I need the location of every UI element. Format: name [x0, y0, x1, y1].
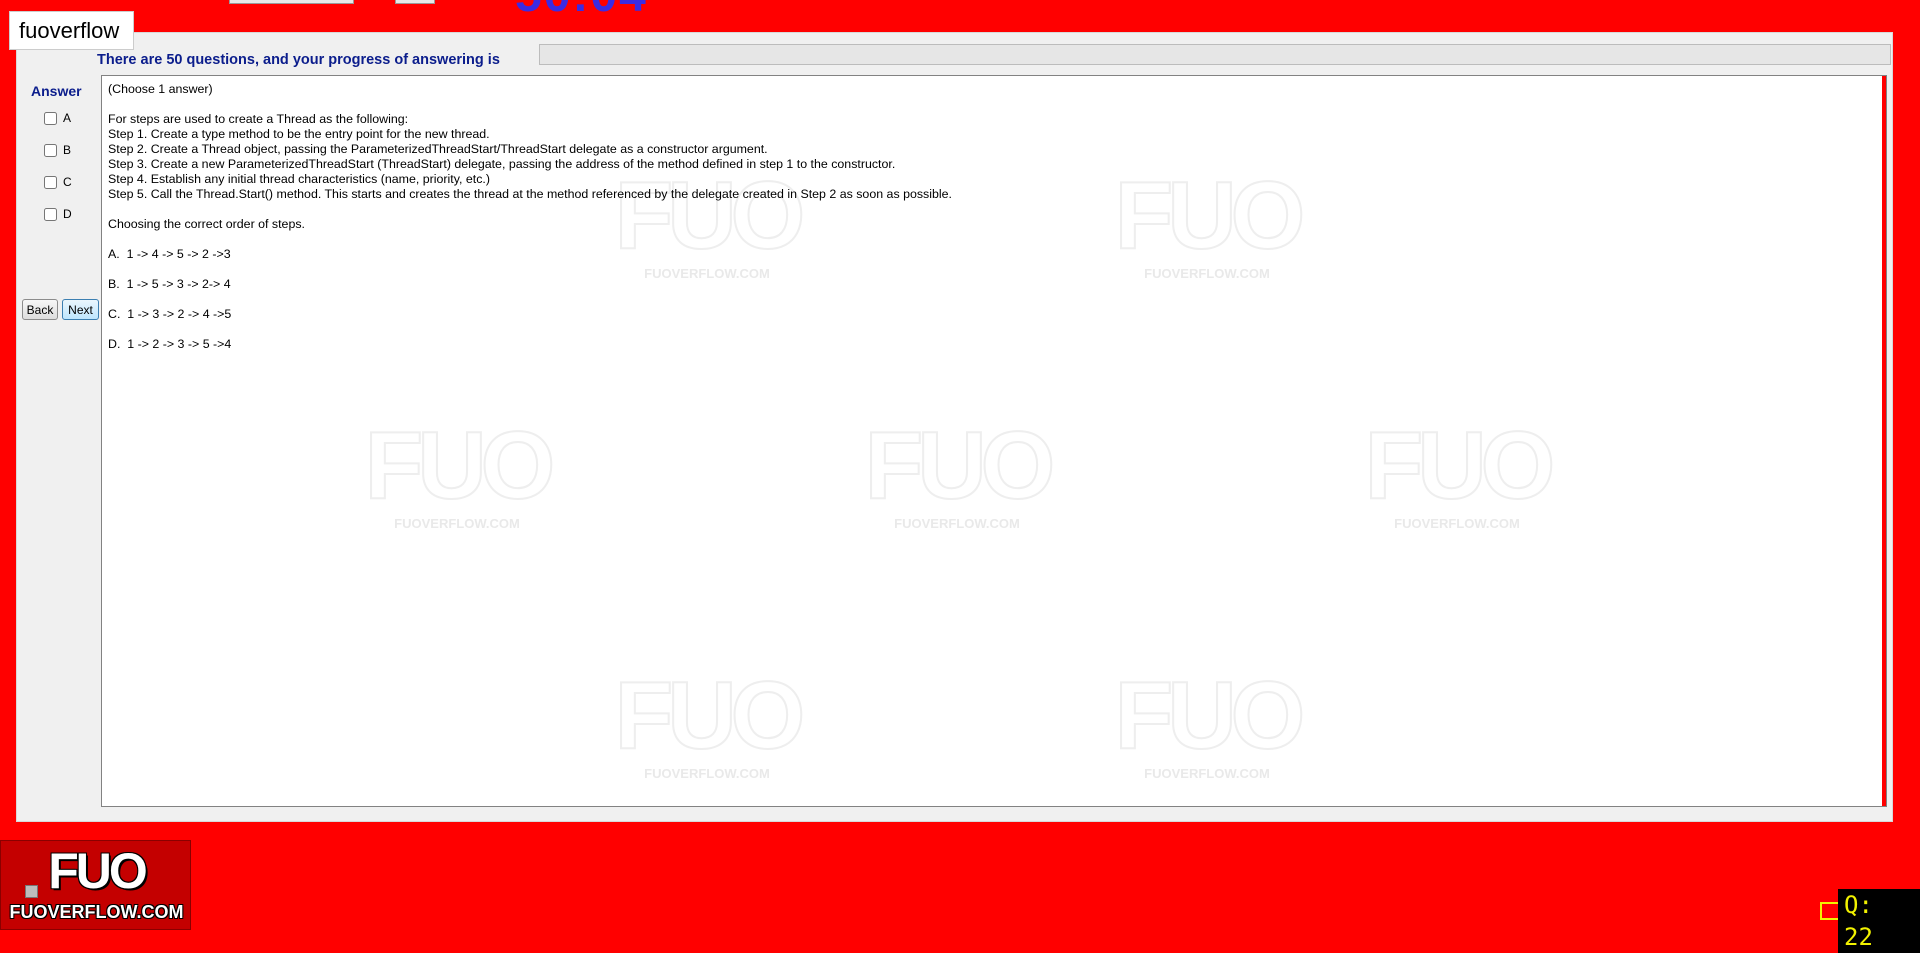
option-d-label: D [63, 207, 72, 221]
timer-display: 50:04 [515, 0, 648, 23]
question-panel: FUO FUOVERFLOW.COM FUO FUOVERFLOW.COM FUO F… [101, 75, 1887, 807]
back-button[interactable]: Back [22, 299, 58, 320]
option-b[interactable]: B [44, 143, 71, 157]
top-partial-control [229, 0, 354, 4]
question-text: (Choose 1 answer) For steps are used to … [108, 82, 952, 351]
option-c[interactable]: C [44, 175, 72, 189]
logo-checkbox-icon [25, 885, 38, 898]
brand-label: fuoverflow [9, 11, 135, 50]
option-b-checkbox[interactable] [44, 143, 57, 157]
watermark: FUO FUOVERFLOW.COM [364, 412, 557, 532]
progress-label: There are 50 questions, and your progres… [97, 52, 500, 68]
option-a[interactable]: A [44, 111, 71, 125]
fuo-logo: FUO FUOVERFLOW.COM [0, 840, 191, 930]
option-a-checkbox[interactable] [44, 111, 57, 125]
question-counter: Q: 22 [1838, 889, 1920, 953]
option-c-checkbox[interactable] [44, 175, 57, 189]
next-button[interactable]: Next [62, 299, 99, 320]
watermark: FUO FUOVERFLOW.COM [614, 662, 807, 782]
watermark: FUO FUOVERFLOW.COM [1364, 412, 1557, 532]
option-d[interactable]: D [44, 207, 72, 221]
option-b-label: B [63, 143, 72, 157]
watermark: FUO FUOVERFLOW.COM [864, 412, 1057, 532]
top-partial-button [395, 0, 435, 4]
watermark: FUO FUOVERFLOW.COM [1114, 662, 1307, 782]
option-d-checkbox[interactable] [44, 207, 57, 221]
option-c-label: C [63, 175, 72, 189]
counter-outline-icon [1820, 902, 1840, 920]
option-a-label: A [63, 111, 72, 125]
exam-window: There are 50 questions, and your progres… [16, 32, 1893, 822]
scrollbar[interactable] [1882, 76, 1886, 806]
logo-site: FUOVERFLOW.COM [9, 902, 184, 922]
answer-title: Answer [31, 83, 82, 99]
progress-bar [539, 44, 1891, 65]
